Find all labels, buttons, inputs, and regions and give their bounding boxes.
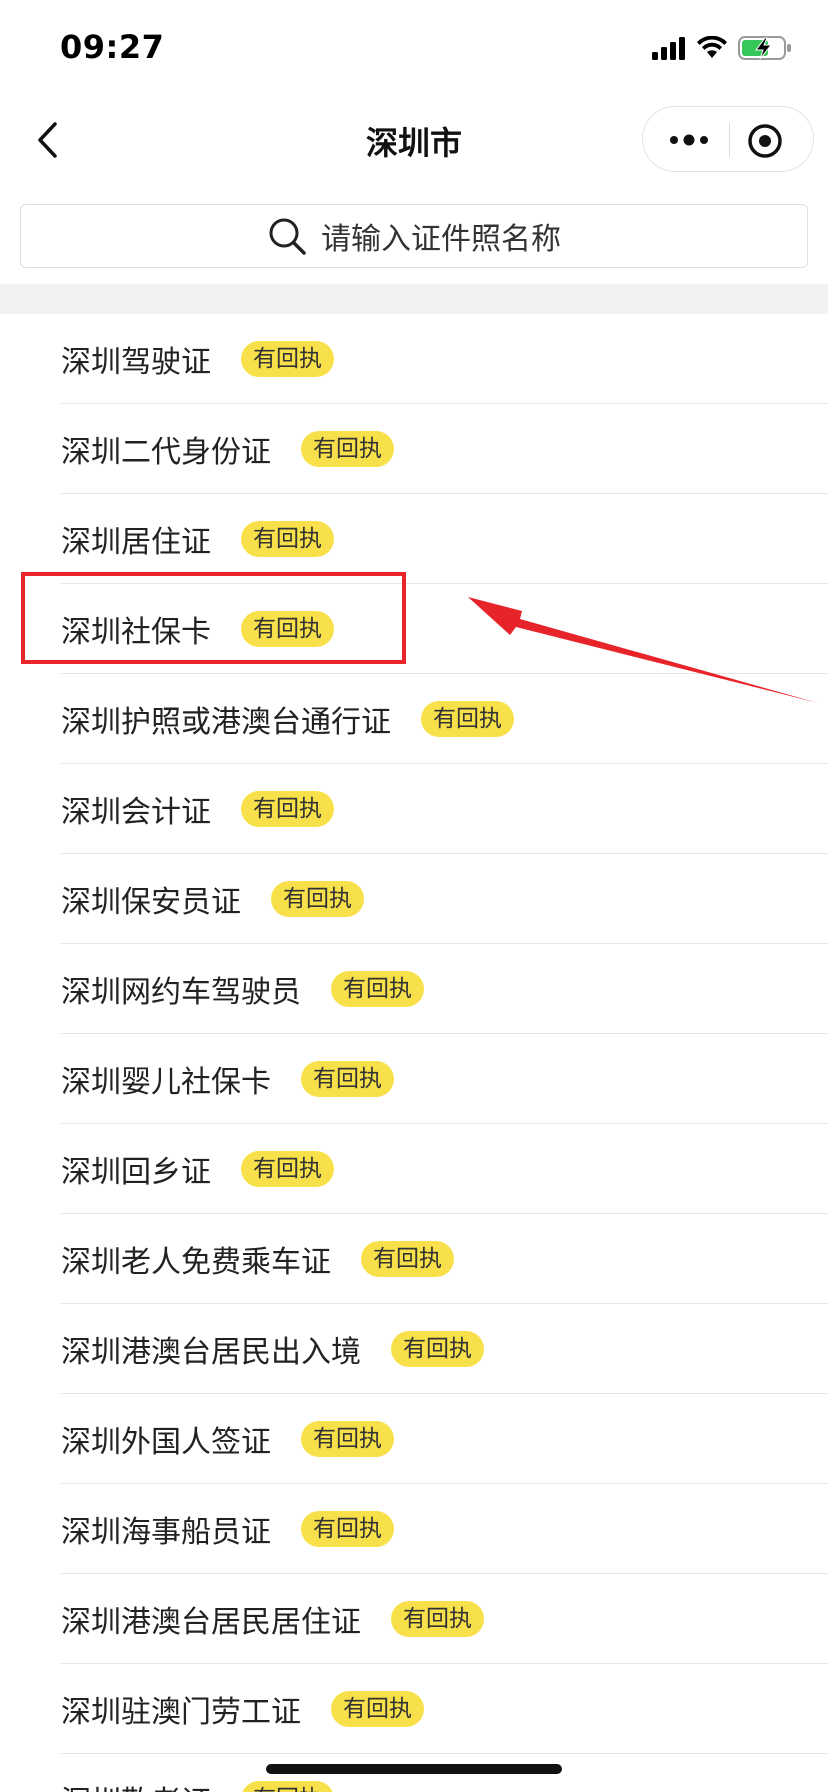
nav-bar: 深圳市 xyxy=(0,100,828,180)
list-item-label: 深圳护照或港澳台通行证 xyxy=(61,705,391,740)
list-item-label: 深圳港澳台居民出入境 xyxy=(61,1335,361,1370)
home-indicator xyxy=(266,1764,562,1774)
more-button[interactable] xyxy=(663,123,715,157)
receipt-badge: 有回执 xyxy=(301,1061,394,1097)
document-list: 深圳驾驶证 有回执 深圳二代身份证 有回执 深圳居住证 有回执 深圳社保卡 有回执 深圳护照或港… xyxy=(0,314,828,1792)
status-time: 09:27 xyxy=(60,28,165,66)
receipt-badge: 有回执 xyxy=(241,341,334,377)
arrow-annotation-icon xyxy=(468,597,818,703)
status-bar: 09:27 xyxy=(0,0,828,100)
capsule-divider xyxy=(729,123,730,157)
list-item[interactable]: 深圳海事船员证 有回执 xyxy=(0,1484,828,1574)
signal-icon xyxy=(652,37,685,60)
more-dots-icon xyxy=(670,134,708,146)
list-item-label: 深圳老人免费乘车证 xyxy=(61,1245,331,1280)
receipt-badge: 有回执 xyxy=(301,1421,394,1457)
list-item[interactable]: 深圳港澳台居民居住证 有回执 xyxy=(0,1574,828,1664)
list-item[interactable]: 深圳保安员证 有回执 xyxy=(0,854,828,944)
app-screen: 09:27 深圳市 请输入证件照名称 深圳驾驶证 有回执 深圳二代身份证 有回执… xyxy=(0,0,828,1792)
receipt-badge: 有回执 xyxy=(391,1601,484,1637)
list-item[interactable]: 深圳港澳台居民出入境 有回执 xyxy=(0,1304,828,1394)
list-item[interactable]: 深圳会计证 有回执 xyxy=(0,764,828,854)
section-separator xyxy=(0,284,828,314)
mini-program-capsule xyxy=(642,106,814,172)
receipt-badge: 有回执 xyxy=(241,1781,334,1792)
list-item-label: 深圳敬老证 xyxy=(61,1777,211,1792)
wifi-icon xyxy=(697,36,727,58)
receipt-badge: 有回执 xyxy=(391,1331,484,1367)
list-item[interactable]: 深圳回乡证 有回执 xyxy=(0,1124,828,1214)
list-item-label: 深圳回乡证 xyxy=(61,1155,211,1190)
highlight-annotation-box xyxy=(21,572,406,664)
list-item[interactable]: 深圳网约车驾驶员 有回执 xyxy=(0,944,828,1034)
receipt-badge: 有回执 xyxy=(271,881,364,917)
list-item-label: 深圳会计证 xyxy=(61,795,211,830)
list-item-label: 深圳驾驶证 xyxy=(61,345,211,380)
battery-charging-icon xyxy=(738,36,791,60)
list-item[interactable]: 深圳婴儿社保卡 有回执 xyxy=(0,1034,828,1124)
list-item-label: 深圳婴儿社保卡 xyxy=(61,1065,271,1100)
list-item[interactable]: 深圳外国人签证 有回执 xyxy=(0,1394,828,1484)
list-item-label: 深圳外国人签证 xyxy=(61,1425,271,1460)
list-item-label: 深圳保安员证 xyxy=(61,885,241,920)
list-item-label: 深圳驻澳门劳工证 xyxy=(61,1695,301,1730)
receipt-badge: 有回执 xyxy=(361,1241,454,1277)
list-item-label: 深圳网约车驾驶员 xyxy=(61,975,301,1010)
search-input[interactable]: 请输入证件照名称 xyxy=(20,204,808,268)
status-icons xyxy=(652,34,792,62)
list-item[interactable]: 深圳驾驶证 有回执 xyxy=(0,314,828,404)
list-item[interactable]: 深圳二代身份证 有回执 xyxy=(0,404,828,494)
list-item-label: 深圳港澳台居民居住证 xyxy=(61,1605,361,1640)
list-item-label: 深圳居住证 xyxy=(61,525,211,560)
search-icon xyxy=(269,218,306,255)
list-item[interactable]: 深圳老人免费乘车证 有回执 xyxy=(0,1214,828,1304)
list-item-label: 深圳海事船员证 xyxy=(61,1515,271,1550)
list-item[interactable]: 深圳居住证 有回执 xyxy=(0,494,828,584)
receipt-badge: 有回执 xyxy=(301,431,394,467)
search-inner: 请输入证件照名称 xyxy=(21,205,807,267)
list-item-label: 深圳二代身份证 xyxy=(61,435,271,470)
receipt-badge: 有回执 xyxy=(331,971,424,1007)
receipt-badge: 有回执 xyxy=(241,791,334,827)
target-circle-icon xyxy=(748,124,782,158)
receipt-badge: 有回执 xyxy=(241,521,334,557)
receipt-badge: 有回执 xyxy=(241,1151,334,1187)
receipt-badge: 有回执 xyxy=(301,1511,394,1547)
list-item[interactable]: 深圳驻澳门劳工证 有回执 xyxy=(0,1664,828,1754)
receipt-badge: 有回执 xyxy=(331,1691,424,1727)
close-mini-program-button[interactable] xyxy=(745,121,785,161)
search-placeholder: 请输入证件照名称 xyxy=(321,222,561,257)
